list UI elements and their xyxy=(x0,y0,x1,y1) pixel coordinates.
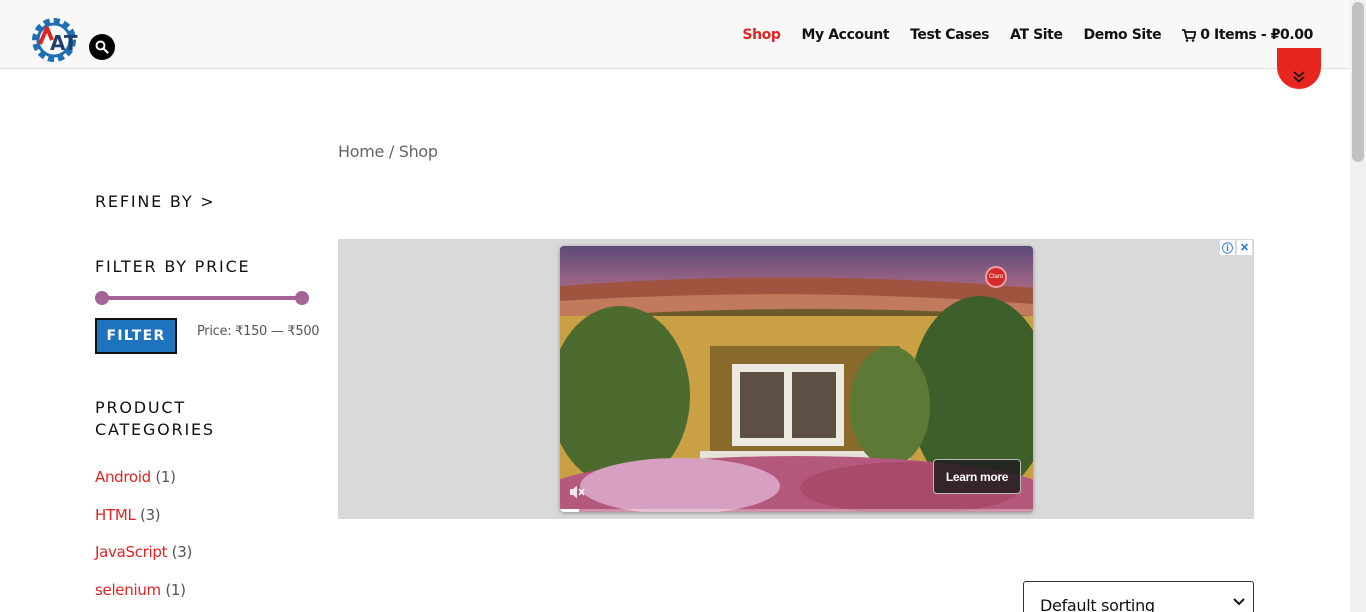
nav-my-account[interactable]: My Account xyxy=(802,27,890,43)
sorting-selected-value: Default sorting xyxy=(1040,596,1155,612)
site-header: AT Shop My Account Test Cases AT Site De… xyxy=(0,0,1350,69)
category-link-html[interactable]: HTML xyxy=(95,506,136,524)
breadcrumb[interactable]: Home / Shop xyxy=(338,142,438,161)
category-link-javascript[interactable]: JavaScript xyxy=(95,543,168,561)
ad-close-icon[interactable]: ✕ xyxy=(1237,240,1252,255)
page-scrollbar[interactable] xyxy=(1350,0,1366,612)
logo-text: AT xyxy=(50,31,78,55)
list-item: JavaScript (3) xyxy=(95,543,192,581)
ad-banner[interactable]: ⓘ ✕ Claro Learn more xyxy=(338,239,1254,519)
double-chevron-down-icon xyxy=(1293,71,1305,83)
filter-button[interactable]: FILTER xyxy=(95,318,177,354)
cart-icon xyxy=(1182,28,1197,42)
price-slider-min-handle[interactable] xyxy=(95,291,109,305)
product-categories-heading: PRODUCT CATEGORIES xyxy=(95,398,215,439)
ad-progress-fill xyxy=(560,509,579,512)
refine-by-heading[interactable]: REFINE BY > xyxy=(95,191,215,213)
ad-info-icon[interactable]: ⓘ xyxy=(1220,240,1235,255)
filter-by-price-heading: FILTER BY PRICE xyxy=(95,257,251,276)
category-link-android[interactable]: Android xyxy=(95,468,151,486)
price-slider-track xyxy=(101,296,303,300)
ad-progress-bar xyxy=(560,509,1033,512)
list-item: selenium (1) xyxy=(95,581,192,612)
category-count: (1) xyxy=(165,580,186,599)
ad-brand-badge: Claro xyxy=(985,266,1007,288)
nav-cart[interactable]: 0 Items - ₽0.00 xyxy=(1182,27,1313,43)
nav-demo-site[interactable]: Demo Site xyxy=(1084,27,1162,43)
main-nav: Shop My Account Test Cases AT Site Demo … xyxy=(742,27,1313,43)
ad-controls: ⓘ ✕ xyxy=(1220,240,1252,255)
nav-shop[interactable]: Shop xyxy=(742,27,780,43)
chevron-down-icon xyxy=(1233,598,1245,606)
category-count: (3) xyxy=(171,543,193,561)
category-link-selenium[interactable]: selenium xyxy=(95,581,161,599)
nav-at-site[interactable]: AT Site xyxy=(1010,27,1063,43)
price-slider-max-handle[interactable] xyxy=(295,291,309,305)
category-count: (1) xyxy=(155,468,176,486)
mute-icon[interactable] xyxy=(568,484,586,500)
category-list: Android (1) HTML (3) JavaScript (3) sele… xyxy=(95,468,192,612)
price-slider[interactable] xyxy=(95,291,309,305)
list-item: Android (1) xyxy=(95,468,192,506)
learn-more-button[interactable]: Learn more xyxy=(933,459,1021,494)
price-range-label: Price: ₹150 — ₹500 xyxy=(197,324,320,339)
ad-video[interactable]: Claro Learn more xyxy=(560,246,1033,512)
search-icon xyxy=(95,40,109,54)
scroll-down-button[interactable] xyxy=(1277,48,1321,89)
category-count: (3) xyxy=(140,505,161,524)
sorting-select[interactable]: Default sorting xyxy=(1023,581,1254,612)
nav-test-cases[interactable]: Test Cases xyxy=(910,27,989,43)
scrollbar-thumb[interactable] xyxy=(1352,2,1364,162)
cart-summary: 0 Items - ₽0.00 xyxy=(1200,27,1313,43)
list-item: HTML (3) xyxy=(95,506,192,544)
site-logo[interactable]: AT xyxy=(28,14,80,66)
search-button[interactable] xyxy=(89,34,115,60)
